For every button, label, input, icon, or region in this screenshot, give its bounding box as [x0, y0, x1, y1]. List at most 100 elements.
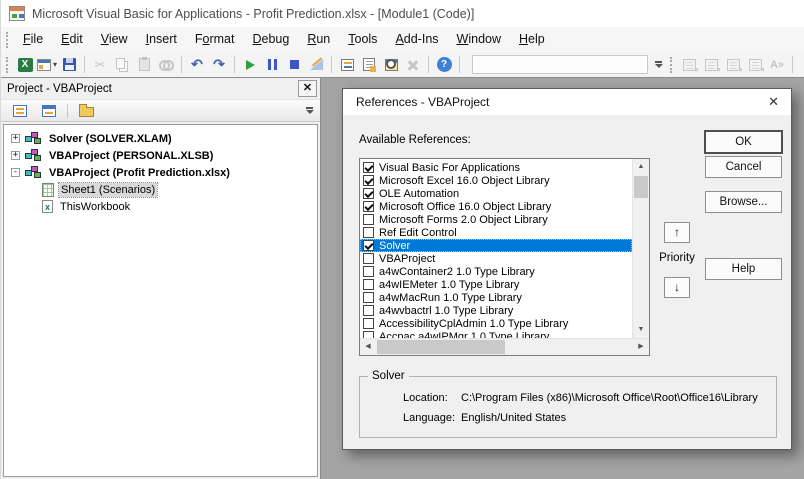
menu-item-file[interactable]: File: [14, 27, 52, 52]
object-browser-button[interactable]: [380, 54, 402, 75]
reference-checkbox[interactable]: [363, 175, 374, 186]
break-icon: [268, 59, 277, 70]
undo-button[interactable]: ↶: [186, 54, 208, 75]
reference-checkbox[interactable]: [363, 253, 374, 264]
reference-item-accessibilitycpladmin-1-0-type-library[interactable]: AccessibilityCplAdmin 1.0 Type Library: [360, 317, 632, 330]
reference-checkbox[interactable]: [363, 188, 374, 199]
reference-item-visual-basic-for-applications[interactable]: Visual Basic For Applications: [360, 161, 632, 174]
design-mode-button[interactable]: [305, 54, 327, 75]
reference-item-vbaproject[interactable]: VBAProject: [360, 252, 632, 265]
reference-item-a4wmacrun-1-0-type-library[interactable]: a4wMacRun 1.0 Type Library: [360, 291, 632, 304]
toolbar-overflow-button[interactable]: [652, 55, 665, 75]
cancel-button[interactable]: Cancel: [705, 156, 782, 178]
menu-item-format[interactable]: Format: [186, 27, 244, 52]
toolbar-combo-box[interactable]: [472, 55, 648, 74]
priority-up-button[interactable]: ↑: [664, 222, 690, 243]
reference-checkbox[interactable]: [363, 214, 374, 225]
view-microsoft-excel-button[interactable]: X: [14, 54, 36, 75]
project-explorer-button[interactable]: [336, 54, 358, 75]
reference-item-a4wiemeter-1-0-type-library[interactable]: a4wIEMeter 1.0 Type Library: [360, 278, 632, 291]
reference-checkbox[interactable]: [363, 227, 374, 238]
ok-button[interactable]: OK: [705, 131, 782, 153]
scroll-right-button[interactable]: ▶: [633, 339, 649, 355]
reference-item-accpac-a4wipmgr-1-0-type-library[interactable]: Accpac a4wIPMgr 1.0 Type Library: [360, 330, 632, 338]
menu-item-edit[interactable]: Edit: [52, 27, 92, 52]
insert-userform-button[interactable]: ▾: [36, 54, 58, 75]
reference-item-ole-automation[interactable]: OLE Automation: [360, 187, 632, 200]
menu-item-insert[interactable]: Insert: [137, 27, 186, 52]
reference-item-microsoft-excel-16-0-object-library[interactable]: Microsoft Excel 16.0 Object Library: [360, 174, 632, 187]
reference-item-ref-edit-control[interactable]: Ref Edit Control: [360, 226, 632, 239]
panel-toolbar-overflow-button[interactable]: [304, 102, 315, 120]
menu-item-debug[interactable]: Debug: [243, 27, 298, 52]
view-object-button[interactable]: [38, 100, 60, 121]
horizontal-scroll-thumb[interactable]: [377, 340, 505, 354]
menu-item-help[interactable]: Help: [510, 27, 554, 52]
dialog-close-button[interactable]: ✕: [768, 89, 779, 115]
reference-item-a4wvbactrl-1-0-type-library[interactable]: a4wvbactrl 1.0 Type Library: [360, 304, 632, 317]
reference-checkbox[interactable]: [363, 279, 374, 290]
menu-item-run[interactable]: Run: [298, 27, 339, 52]
tree-item-thisworkbook[interactable]: xThisWorkbook: [4, 198, 317, 215]
tree-item-sheet1-scenarios[interactable]: Sheet1 (Scenarios): [4, 181, 317, 198]
scroll-left-button[interactable]: ◀: [360, 339, 376, 355]
help-button[interactable]: Help: [705, 258, 782, 280]
project-panel-close-button[interactable]: ✕: [298, 80, 317, 97]
scroll-up-button[interactable]: ▲: [633, 159, 649, 175]
expand-icon[interactable]: +: [11, 151, 20, 160]
object-browser-icon: [385, 59, 398, 71]
browse-button[interactable]: Browse...: [705, 191, 782, 213]
horizontal-scrollbar[interactable]: ◀ ▶: [360, 338, 649, 355]
reference-item-a4wcontainer2-1-0-type-library[interactable]: a4wContainer2 1.0 Type Library: [360, 265, 632, 278]
quick-info-button[interactable]: [722, 54, 744, 75]
scroll-down-button[interactable]: ▼: [633, 322, 649, 338]
collapse-icon[interactable]: -: [11, 168, 20, 177]
run-sub-button[interactable]: [239, 54, 261, 75]
reference-name: Ref Edit Control: [379, 227, 457, 239]
toolbox-button[interactable]: [402, 54, 424, 75]
find-button[interactable]: [155, 54, 177, 75]
menu-item-view[interactable]: View: [92, 27, 137, 52]
view-code-button[interactable]: [9, 100, 31, 121]
menu-item-window[interactable]: Window: [448, 27, 510, 52]
break-button[interactable]: [261, 54, 283, 75]
reference-checkbox[interactable]: [363, 331, 374, 338]
redo-button[interactable]: ↷: [208, 54, 230, 75]
toolbar-grip-handle[interactable]: [6, 57, 10, 73]
menubar-grip-handle[interactable]: [6, 32, 10, 48]
reference-checkbox[interactable]: [363, 305, 374, 316]
tree-item-vbaproject-personal-xlsb[interactable]: +VBAProject (PERSONAL.XLSB): [4, 147, 317, 164]
insert-userform-icon: [37, 59, 51, 71]
copy-button[interactable]: [111, 54, 133, 75]
help-button[interactable]: ?: [433, 54, 455, 75]
reference-checkbox[interactable]: [363, 318, 374, 329]
reference-checkbox[interactable]: [363, 201, 374, 212]
parameter-info-button[interactable]: [744, 54, 766, 75]
priority-down-button[interactable]: ↓: [664, 277, 690, 298]
list-properties-button[interactable]: [678, 54, 700, 75]
paste-button[interactable]: [133, 54, 155, 75]
reference-item-microsoft-forms-2-0-object-library[interactable]: Microsoft Forms 2.0 Object Library: [360, 213, 632, 226]
toggle-folders-button[interactable]: [75, 100, 97, 121]
menu-item-tools[interactable]: Tools: [339, 27, 386, 52]
tree-item-vbaproject-profit-prediction-xlsx[interactable]: -VBAProject (Profit Prediction.xlsx): [4, 164, 317, 181]
reference-item-microsoft-office-16-0-object-library[interactable]: Microsoft Office 16.0 Object Library: [360, 200, 632, 213]
cut-button[interactable]: ✂: [89, 54, 111, 75]
edit-toolbar-grip-handle[interactable]: [670, 57, 674, 73]
reference-item-solver[interactable]: Solver: [360, 239, 632, 252]
properties-window-button[interactable]: [358, 54, 380, 75]
vertical-scroll-thumb[interactable]: [634, 176, 648, 198]
reference-checkbox[interactable]: [363, 292, 374, 303]
reference-checkbox[interactable]: [363, 266, 374, 277]
vertical-scrollbar[interactable]: ▲ ▼: [632, 159, 649, 338]
expand-icon[interactable]: +: [11, 134, 20, 143]
reference-checkbox[interactable]: [363, 162, 374, 173]
list-constants-button[interactable]: [700, 54, 722, 75]
save-button[interactable]: [58, 54, 80, 75]
menu-item-add-ins[interactable]: Add-Ins: [386, 27, 447, 52]
tree-item-solver-solver-xlam[interactable]: +Solver (SOLVER.XLAM): [4, 130, 317, 147]
reference-checkbox[interactable]: [363, 240, 374, 251]
reset-button[interactable]: [283, 54, 305, 75]
groupbox-label: Solver: [368, 370, 409, 382]
complete-word-button[interactable]: A»: [766, 54, 788, 75]
